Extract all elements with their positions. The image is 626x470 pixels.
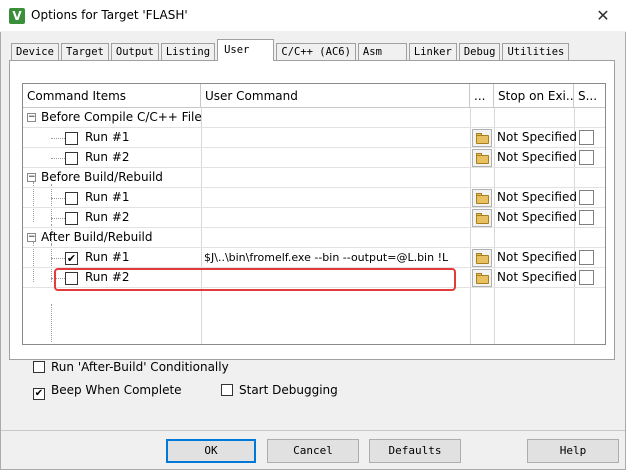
run-checkbox[interactable] [65, 212, 78, 225]
user-command-field[interactable]: $J\..\bin\fromelf.exe --bin --output=@L.… [204, 248, 468, 268]
collapse-icon[interactable]: − [27, 173, 36, 182]
help-button[interactable]: Help [527, 439, 619, 463]
run-label: Run #1 [85, 250, 130, 264]
group-label: Before Compile C/C++ File [41, 110, 202, 124]
run-checkbox[interactable] [65, 132, 78, 145]
run-checkbox[interactable] [65, 272, 78, 285]
window-title: Options for Target 'FLASH' [31, 8, 188, 22]
user-tab-panel: Command Items User Command ... Stop on E… [9, 60, 615, 360]
defaults-button[interactable]: Defaults [369, 439, 461, 463]
group-label: After Build/Rebuild [41, 230, 153, 244]
run-checkbox-checked[interactable]: ✔ [65, 252, 78, 265]
header-browse[interactable]: ... [470, 84, 494, 108]
tab-user[interactable]: User [217, 39, 275, 61]
s-checkbox[interactable] [579, 210, 594, 225]
header-user-command[interactable]: User Command [201, 84, 470, 108]
group-row-before-compile[interactable]: − Before Compile C/C++ File [23, 108, 605, 128]
tab-linker[interactable]: Linker [408, 43, 457, 61]
browse-button[interactable] [472, 249, 492, 267]
run-after-build-conditionally-option[interactable]: Run 'After-Build' Conditionally [33, 359, 229, 375]
run-row-before-build-1[interactable]: Run #1 Not Specified [23, 188, 605, 208]
beep-checkbox-checked[interactable]: ✔ [33, 388, 45, 400]
start-debugging-checkbox[interactable] [221, 384, 233, 396]
run-checkbox[interactable] [65, 152, 78, 165]
run-label: Run #2 [85, 270, 130, 284]
run-row-before-compile-1[interactable]: Run #1 Not Specified [23, 128, 605, 148]
beep-when-complete-option[interactable]: ✔ Beep When Complete [33, 382, 182, 400]
stop-on-exit-value[interactable]: Not Specified [497, 188, 577, 208]
s-checkbox[interactable] [579, 130, 594, 145]
run-label: Run #1 [85, 130, 130, 144]
stop-on-exit-value[interactable]: Not Specified [497, 268, 577, 288]
stop-on-exit-value[interactable]: Not Specified [497, 208, 577, 228]
run-label: Run #2 [85, 210, 130, 224]
run-label: Run #2 [85, 150, 130, 164]
collapse-icon[interactable]: − [27, 233, 36, 242]
browse-button[interactable] [472, 209, 492, 227]
run-row-after-build-2[interactable]: Run #2 Not Specified [23, 268, 605, 288]
run-checkbox[interactable] [65, 192, 78, 205]
stop-on-exit-value[interactable]: Not Specified [497, 128, 577, 148]
s-checkbox[interactable] [579, 250, 594, 265]
run-after-build-label: Run 'After-Build' Conditionally [51, 360, 229, 374]
tab-cpp[interactable]: C/C++ (AC6) [276, 43, 356, 61]
ok-button[interactable]: OK [166, 439, 256, 463]
header-command-items[interactable]: Command Items [23, 84, 201, 108]
stop-on-exit-value[interactable]: Not Specified [497, 148, 577, 168]
run-row-before-compile-2[interactable]: Run #2 Not Specified [23, 148, 605, 168]
cancel-button[interactable]: Cancel [267, 439, 359, 463]
run-after-build-checkbox[interactable] [33, 361, 45, 373]
collapse-icon[interactable]: − [27, 113, 36, 122]
grid-header: Command Items User Command ... Stop on E… [23, 84, 605, 108]
button-separator [1, 430, 625, 431]
browse-button[interactable] [472, 149, 492, 167]
title-bar: V Options for Target 'FLASH' ✕ [0, 0, 626, 32]
tab-debug[interactable]: Debug [458, 43, 501, 61]
beep-label: Beep When Complete [51, 383, 182, 397]
close-icon: ✕ [596, 6, 610, 25]
close-button[interactable]: ✕ [580, 0, 626, 32]
browse-button[interactable] [472, 189, 492, 207]
header-s[interactable]: S... [574, 84, 605, 108]
tab-listing[interactable]: Listing [160, 43, 216, 61]
stop-on-exit-value[interactable]: Not Specified [497, 248, 577, 268]
header-stop-on-exit[interactable]: Stop on Exi... [494, 84, 574, 108]
tab-device[interactable]: Device [11, 43, 59, 61]
browse-button[interactable] [472, 269, 492, 287]
s-checkbox[interactable] [579, 150, 594, 165]
s-checkbox[interactable] [579, 270, 594, 285]
command-grid: Command Items User Command ... Stop on E… [22, 83, 606, 345]
tab-utilities[interactable]: Utilities [502, 43, 570, 61]
run-row-after-build-1[interactable]: ✔ Run #1 $J\..\bin\fromelf.exe --bin --o… [23, 248, 605, 268]
tab-target[interactable]: Target [60, 43, 109, 61]
group-label: Before Build/Rebuild [41, 170, 163, 184]
run-row-before-build-2[interactable]: Run #2 Not Specified [23, 208, 605, 228]
group-row-before-build[interactable]: − Before Build/Rebuild [23, 168, 605, 188]
tab-asm[interactable]: Asm [357, 43, 407, 61]
browse-button[interactable] [472, 129, 492, 147]
keil-app-icon: V [9, 8, 25, 24]
s-checkbox[interactable] [579, 190, 594, 205]
start-debugging-option[interactable]: Start Debugging [221, 382, 338, 398]
start-debugging-label: Start Debugging [239, 383, 338, 397]
tab-output[interactable]: Output [110, 43, 159, 61]
group-row-after-build[interactable]: − After Build/Rebuild [23, 228, 605, 248]
run-label: Run #1 [85, 190, 130, 204]
dialog-body: Device Target Output Listing User C/C++ … [0, 32, 626, 470]
tab-strip: Device Target Output Listing User C/C++ … [11, 39, 571, 61]
